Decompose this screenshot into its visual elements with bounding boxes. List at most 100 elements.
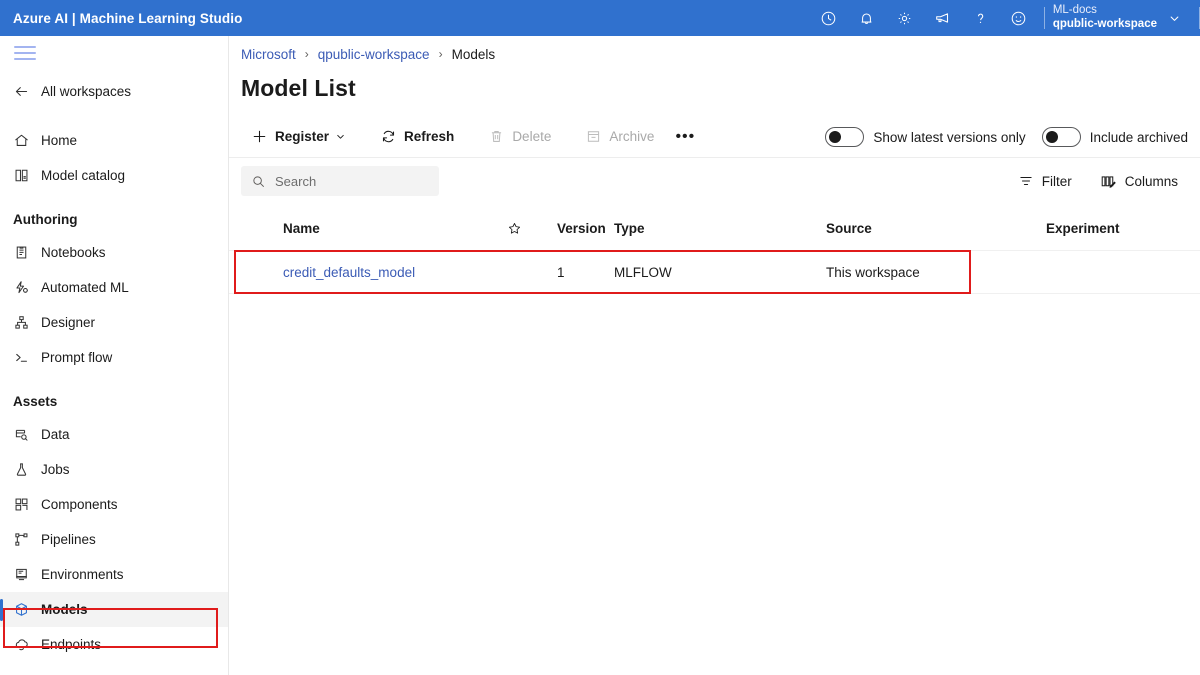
main-content-area: Microsoft › qpublic-workspace › Models M… <box>229 36 1200 675</box>
breadcrumb: Microsoft › qpublic-workspace › Models <box>229 36 1200 66</box>
column-header-source[interactable]: Source <box>826 221 1046 236</box>
search-icon <box>251 174 266 189</box>
sidebar-item-endpoints[interactable]: Endpoints <box>0 627 228 662</box>
page-title: Model List <box>229 75 1200 102</box>
sidebar-item-label: Pipelines <box>39 532 96 547</box>
workspace-text: ML-docs qpublic-workspace <box>1053 4 1157 31</box>
sidebar-item-notebooks[interactable]: Notebooks <box>0 235 228 270</box>
filter-button[interactable]: Filter <box>1010 166 1080 196</box>
include-archived-toggle[interactable] <box>1042 127 1081 147</box>
sidebar-item-label: Automated ML <box>39 280 129 295</box>
show-latest-versions-label: Show latest versions only <box>873 130 1025 145</box>
workspace-selector[interactable]: ML-docs qpublic-workspace <box>1053 0 1193 36</box>
command-toolbar: Register Refresh <box>229 116 1200 158</box>
columns-edit-icon <box>1100 173 1117 190</box>
toggle-knob <box>829 131 841 143</box>
model-catalog-icon <box>13 167 39 184</box>
table-row[interactable]: credit_defaults_model 1 MLFLOW This work… <box>229 250 1200 294</box>
plus-icon <box>251 128 268 145</box>
history-icon[interactable] <box>810 0 848 36</box>
endpoints-icon <box>13 636 39 653</box>
delete-label: Delete <box>512 129 551 144</box>
sidebar-item-home[interactable]: Home <box>0 123 228 158</box>
delete-button: Delete <box>478 121 561 153</box>
workspace-directory: ML-docs <box>1053 4 1157 18</box>
data-icon <box>13 426 39 443</box>
sidebar-item-label: Home <box>39 133 77 148</box>
chevron-down-icon[interactable] <box>1157 11 1191 26</box>
sidebar-item-label: Models <box>39 602 88 617</box>
notification-bell-icon[interactable] <box>848 0 886 36</box>
column-header-star[interactable] <box>507 221 557 236</box>
breadcrumb-item-models: Models <box>452 47 496 62</box>
refresh-button[interactable]: Refresh <box>370 121 464 153</box>
model-type-cell: MLFLOW <box>614 265 826 280</box>
breadcrumb-separator: › <box>439 47 443 61</box>
sidebar-item-designer[interactable]: Designer <box>0 305 228 340</box>
help-question-icon[interactable] <box>962 0 1000 36</box>
sidebar-item-data[interactable]: Data <box>0 417 228 452</box>
models-table: Name Version Type Source Experiment cred… <box>229 206 1200 294</box>
models-cube-icon <box>13 601 39 618</box>
left-sidebar: All workspaces Home Model catalog <box>0 36 229 675</box>
prompt-flow-icon <box>13 349 39 366</box>
topbar-icon-group: ML-docs qpublic-workspace <box>810 0 1200 36</box>
hamburger-menu-icon[interactable] <box>14 46 38 64</box>
sidebar-item-all-workspaces[interactable]: All workspaces <box>0 74 228 109</box>
gear-icon[interactable] <box>886 0 924 36</box>
refresh-label: Refresh <box>404 129 454 144</box>
model-name-cell[interactable]: credit_defaults_model <box>283 265 507 280</box>
toolbar-toggle-group: Show latest versions only Include archiv… <box>809 116 1188 158</box>
chevron-down-icon[interactable] <box>335 131 346 142</box>
list-controls-right: Filter Columns <box>1010 158 1186 204</box>
home-icon <box>13 132 39 149</box>
sidebar-item-label: Components <box>39 497 118 512</box>
topbar-divider-left <box>1044 7 1045 29</box>
hamburger-line <box>14 52 36 54</box>
sidebar-item-label: Jobs <box>39 462 70 477</box>
table-body: credit_defaults_model 1 MLFLOW This work… <box>229 250 1200 294</box>
sidebar-item-jobs[interactable]: Jobs <box>0 452 228 487</box>
automated-ml-icon <box>13 279 39 296</box>
include-archived-label: Include archived <box>1090 130 1188 145</box>
show-latest-versions-toggle[interactable] <box>825 127 864 147</box>
sidebar-item-pipelines[interactable]: Pipelines <box>0 522 228 557</box>
sidebar-item-environments[interactable]: Environments <box>0 557 228 592</box>
sidebar-item-model-catalog[interactable]: Model catalog <box>0 158 228 193</box>
include-archived-toggle-wrap: Include archived <box>1042 127 1188 147</box>
sidebar-item-prompt-flow[interactable]: Prompt flow <box>0 340 228 375</box>
app-brand-title: Azure AI | Machine Learning Studio <box>0 11 242 26</box>
more-options-icon[interactable]: ••• <box>670 121 700 153</box>
sidebar-item-models[interactable]: Models <box>0 592 228 627</box>
column-header-version[interactable]: Version <box>557 221 614 236</box>
sidebar-item-label: Prompt flow <box>39 350 112 365</box>
breadcrumb-item-microsoft[interactable]: Microsoft <box>241 47 296 62</box>
columns-label: Columns <box>1125 174 1178 189</box>
sidebar-item-automated-ml[interactable]: Automated ML <box>0 270 228 305</box>
columns-button[interactable]: Columns <box>1092 166 1186 196</box>
register-label: Register <box>275 129 329 144</box>
smiley-feedback-icon[interactable] <box>1000 0 1038 36</box>
sidebar-item-label: Designer <box>39 315 95 330</box>
model-name-link[interactable]: credit_defaults_model <box>283 265 415 280</box>
column-header-experiment[interactable]: Experiment <box>1046 221 1186 236</box>
hamburger-line <box>14 58 36 60</box>
sidebar-item-components[interactable]: Components <box>0 487 228 522</box>
table-header-row: Name Version Type Source Experiment <box>229 206 1200 250</box>
column-header-name[interactable]: Name <box>283 221 507 236</box>
archive-icon <box>585 128 602 145</box>
components-icon <box>13 496 39 513</box>
column-header-type[interactable]: Type <box>614 221 826 236</box>
notebook-icon <box>13 244 39 261</box>
breadcrumb-separator: › <box>305 47 309 61</box>
breadcrumb-item-workspace[interactable]: qpublic-workspace <box>318 47 430 62</box>
sidebar-item-label: Environments <box>39 567 124 582</box>
register-button[interactable]: Register <box>241 121 356 153</box>
toggle-knob <box>1046 131 1058 143</box>
sidebar-item-label: Endpoints <box>39 637 101 652</box>
megaphone-icon[interactable] <box>924 0 962 36</box>
search-input[interactable]: Search <box>241 166 439 196</box>
archive-label: Archive <box>609 129 654 144</box>
designer-icon <box>13 314 39 331</box>
model-version-cell: 1 <box>557 265 614 280</box>
